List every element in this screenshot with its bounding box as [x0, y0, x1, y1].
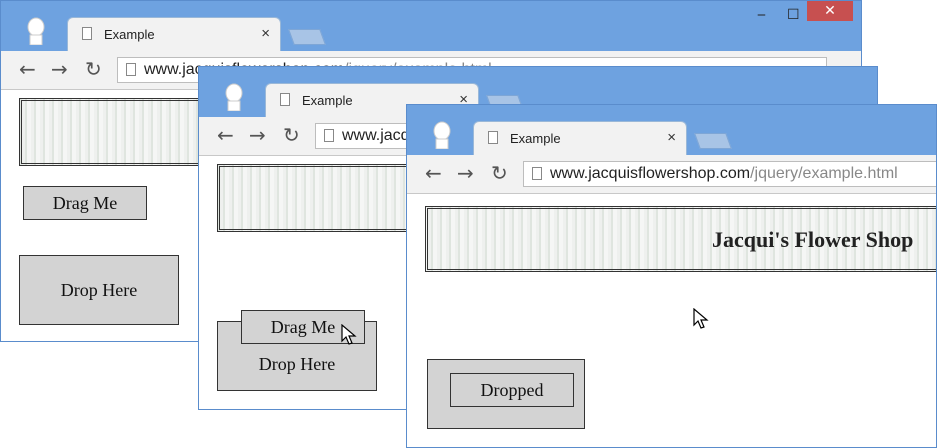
banner-title: Jacqui's Flower Shop — [712, 227, 914, 252]
user-avatar-icon — [25, 17, 47, 46]
browser-window-3: Example × ← → ↻ www.jacquisflowershop.co… — [406, 104, 937, 448]
drop-here-box: Drop Here — [19, 255, 179, 325]
tab-title: Example — [302, 93, 353, 108]
back-icon[interactable]: ← — [19, 59, 36, 79]
url-path: /jquery/example.html — [750, 165, 898, 182]
new-tab-button[interactable] — [694, 133, 732, 149]
reload-icon[interactable]: ↻ — [85, 59, 102, 79]
minimize-button[interactable]: ‒ — [757, 7, 766, 23]
drag-me-box[interactable]: Drag Me — [23, 186, 147, 220]
url-host: www.jacquisflowershop.com — [550, 165, 751, 182]
back-icon[interactable]: ← — [217, 125, 234, 145]
document-icon — [324, 129, 334, 142]
document-icon — [532, 167, 542, 180]
page-content: Jacqui's Flower Shop Dropped — [407, 194, 936, 447]
close-window-button[interactable]: ✕ — [807, 1, 853, 21]
tab-example[interactable]: Example × — [473, 121, 687, 155]
drop-target-box: Dropped — [427, 359, 585, 429]
back-icon[interactable]: ← — [425, 163, 442, 183]
dropped-box[interactable]: Dropped — [450, 373, 574, 407]
tab-title: Example — [104, 27, 155, 42]
forward-icon[interactable]: → — [249, 125, 266, 145]
banner: Jacqui's Flower Shop — [425, 206, 936, 272]
user-avatar-icon — [431, 121, 453, 150]
forward-icon[interactable]: → — [457, 163, 474, 183]
document-icon — [280, 93, 290, 106]
document-icon — [82, 27, 92, 40]
reload-icon[interactable]: ↻ — [491, 163, 508, 183]
tab-title: Example — [510, 131, 561, 146]
address-bar[interactable]: www.jacquisflowershop.com/jquery/example… — [523, 161, 936, 187]
tab-close-button[interactable]: × — [667, 129, 676, 146]
new-tab-button[interactable] — [288, 29, 326, 45]
reload-icon[interactable]: ↻ — [283, 125, 300, 145]
browser-toolbar: ← → ↻ www.jacquisflowershop.com/jquery/e… — [407, 155, 936, 194]
document-icon — [126, 63, 136, 76]
user-avatar-icon — [223, 83, 245, 112]
document-icon — [488, 131, 498, 144]
forward-icon[interactable]: → — [51, 59, 68, 79]
maximize-button[interactable]: ☐ — [787, 7, 800, 23]
tab-example[interactable]: Example × — [67, 17, 281, 51]
tab-close-button[interactable]: × — [261, 25, 270, 42]
